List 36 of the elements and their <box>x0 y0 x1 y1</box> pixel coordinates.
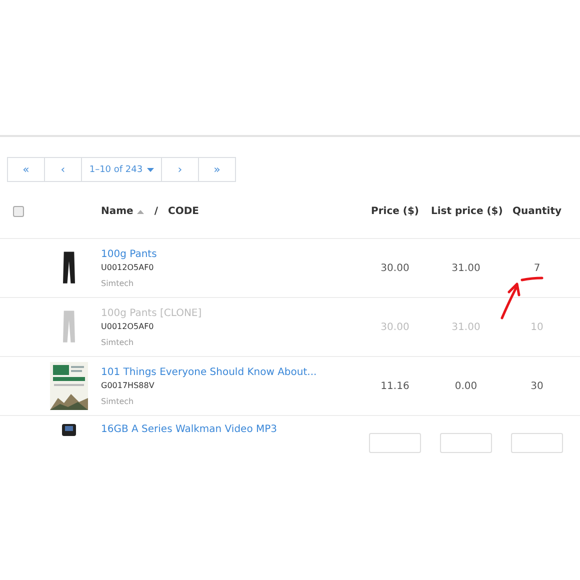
caret-icon <box>146 168 154 172</box>
code-column-header[interactable]: CODE <box>168 206 199 217</box>
vendor-name: Simtech <box>101 278 135 288</box>
last-page-button[interactable]: » <box>198 157 236 182</box>
list-price-input[interactable] <box>440 433 492 453</box>
quantity-cell: 10 <box>530 322 544 332</box>
page-range-dropdown[interactable]: 1–10 of 243 <box>81 157 162 182</box>
name-column-header[interactable]: Name <box>101 206 134 217</box>
product-name-link[interactable]: 101 Things Everyone Should Know About... <box>101 366 359 378</box>
product-code: U0012O5AF0 <box>101 262 155 272</box>
price-cell: 30.00 <box>380 322 410 332</box>
product-name-link[interactable]: 100g Pants <box>101 248 359 260</box>
product-name-link[interactable]: 16GB A Series Walkman Video MP3 <box>101 424 359 435</box>
quantity-input[interactable] <box>511 433 563 453</box>
price-cell: 30.00 <box>380 262 410 274</box>
vendor-name: Simtech <box>101 396 135 406</box>
header-separator: / <box>154 206 158 217</box>
product-code: U0012O5AF0 <box>101 322 155 330</box>
first-page-button[interactable]: « <box>7 157 45 182</box>
sort-up-icon <box>137 210 144 214</box>
select-all-checkbox[interactable] <box>12 206 24 217</box>
media-player-icon <box>62 424 76 436</box>
previous-page-button[interactable]: ‹ <box>44 157 82 182</box>
vendor-name: Simtech <box>101 338 135 346</box>
list-price-cell: 31.00 <box>452 262 480 274</box>
quantity-column-header[interactable]: Quantity <box>512 206 562 217</box>
list-price-cell: 31.00 <box>452 322 480 332</box>
product-code: G0017HS88V <box>101 380 156 390</box>
price-cell: 11.16 <box>380 380 410 392</box>
quantity-cell: 30 <box>530 380 544 392</box>
list-price-column-header[interactable]: List price ($) <box>431 206 503 217</box>
price-input[interactable] <box>369 433 421 453</box>
list-price-cell: 0.00 <box>454 380 478 392</box>
price-column-header[interactable]: Price ($) <box>371 206 419 217</box>
quantity-cell: 7 <box>534 262 540 274</box>
next-page-button[interactable]: › <box>161 157 199 182</box>
